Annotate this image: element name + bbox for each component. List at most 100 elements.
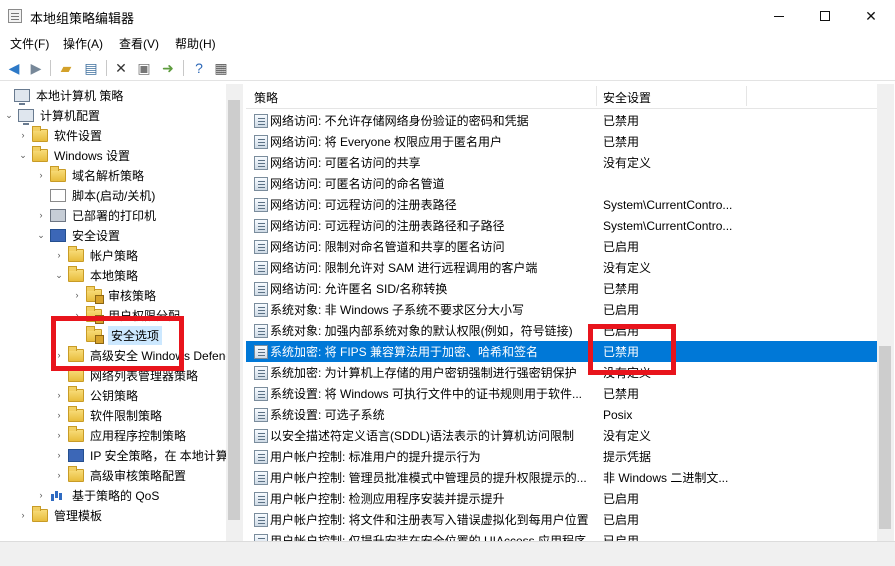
expand-right-icon[interactable]: › [36,490,46,500]
expand-right-icon[interactable]: › [54,250,64,260]
policy-row[interactable]: 网络访问: 限制对命名管道和共享的匿名访问 已启用 [246,236,877,257]
help-icon[interactable]: ? [190,59,208,77]
properties-icon[interactable]: ▣ [135,59,153,77]
policy-row[interactable]: 网络访问: 允许匿名 SID/名称转换 已禁用 [246,278,877,299]
tree-item[interactable]: › IP 安全策略，在 本地计算机 [54,445,240,465]
show-tree-icon[interactable]: ▤ [82,59,100,77]
policy-name: 系统加密: 将 FIPS 兼容算法用于加密、哈希和签名 [270,345,539,359]
expand-right-icon[interactable]: › [18,130,28,140]
list-scroll-thumb[interactable] [879,346,891,529]
policy-row[interactable]: 用户帐户控制: 仅提升安装在安全位置的 UIAccess 应用程序 已启用 [246,530,877,541]
folder-icon [32,145,48,162]
tree-item[interactable]: › 高级安全 Windows Defend [54,345,232,365]
menu-help[interactable]: 帮助(H) [175,35,216,52]
expand-right-icon[interactable]: › [36,170,46,180]
policy-icon [254,344,268,359]
menu-view[interactable]: 查看(V) [119,35,159,52]
expand-right-icon[interactable]: › [72,310,82,320]
tree-item[interactable]: › 域名解析策略 [36,165,144,185]
expand-right-icon[interactable]: › [54,410,64,420]
policy-row[interactable]: 系统设置: 可选子系统 Posix [246,404,877,425]
policy-row[interactable]: 系统对象: 非 Windows 子系统不要求区分大小写 已启用 [246,299,877,320]
tree-item-label: 本地策略 [90,268,139,283]
expand-down-icon[interactable]: ⌄ [4,110,14,121]
policy-row[interactable]: 用户帐户控制: 标准用户的提升提示行为 提示凭据 [246,446,877,467]
tree-item[interactable]: › 软件设置 [18,125,102,145]
toolbar-separator [183,60,184,76]
sort-up-icon: ^ [421,84,426,90]
tree-item[interactable]: 网络列表管理器策略 [54,365,198,385]
policy-name: 系统对象: 非 Windows 子系统不要求区分大小写 [270,303,525,317]
tree-item[interactable]: › 软件限制策略 [54,405,162,425]
tree-item[interactable]: › 已部署的打印机 [36,205,156,225]
tree-scroll-thumb[interactable] [228,100,240,520]
tree-item[interactable]: 本地计算机 策略 [0,85,123,105]
policy-row[interactable]: 用户帐户控制: 管理员批准模式中管理员的提升权限提示的... 非 Windows … [246,467,877,488]
policy-row[interactable]: 系统对象: 加强内部系统对象的默认权限(例如，符号链接) 已启用 [246,320,877,341]
tree-item[interactable]: ⌄ Windows 设置 [18,145,130,165]
tree-item[interactable]: › 基于策略的 QoS [36,485,160,505]
policy-row[interactable]: 系统加密: 为计算机上存储的用户密钥强制进行强密钥保护 没有定义 [246,362,877,383]
policy-setting-value: 已启用 [603,324,640,338]
policy-name: 网络访问: 限制允许对 SAM 进行远程调用的客户端 [270,261,538,275]
tree-item[interactable]: 安全选项 [72,325,163,345]
expand-right-icon[interactable]: › [54,450,64,460]
horizontal-scrollbar[interactable] [0,541,895,566]
expand-right-icon[interactable]: › [18,510,28,520]
expand-down-icon[interactable]: ⌄ [36,230,46,241]
column-divider[interactable] [746,86,747,106]
policy-row[interactable]: 网络访问: 可匿名访问的共享 没有定义 [246,152,877,173]
tree-item[interactable]: 脚本(启动/关机) [36,185,155,205]
tree-item[interactable]: › 管理模板 [18,505,102,525]
policy-icon [254,512,268,527]
expand-down-icon[interactable]: ⌄ [54,270,64,281]
policy-name: 网络访问: 不允许存储网络身份验证的密码和凭据 [270,114,529,128]
tree-item[interactable]: › 用户权限分配 [72,305,180,325]
menu-file[interactable]: 文件(F) [10,35,49,52]
policy-row[interactable]: 网络访问: 将 Everyone 权限应用于匿名用户 已禁用 [246,131,877,152]
expand-down-icon[interactable]: ⌄ [18,150,28,161]
close-button[interactable]: ✕ [848,0,894,32]
back-icon[interactable]: ◀ [5,59,23,77]
policy-row[interactable]: 网络访问: 不允许存储网络身份验证的密码和凭据 已禁用 [246,110,877,131]
tree-item[interactable]: › 高级审核策略配置 [54,465,186,485]
computer-icon [18,108,34,125]
policy-row[interactable]: 系统设置: 将 Windows 可执行文件中的证书规则用于软件... 已禁用 [246,383,877,404]
forward-icon[interactable]: ▶ [27,59,45,77]
policy-icon [254,218,268,233]
tree-item[interactable]: › 应用程序控制策略 [54,425,186,445]
column-divider[interactable] [596,86,597,106]
expand-right-icon[interactable]: › [72,290,82,300]
policy-row[interactable]: 用户帐户控制: 将文件和注册表写入错误虚拟化到每用户位置 已启用 [246,509,877,530]
tree-item[interactable]: › 公钥策略 [54,385,138,405]
expand-right-icon[interactable]: › [36,210,46,220]
policy-row[interactable]: 网络访问: 可远程访问的注册表路径和子路径 System\CurrentContr… [246,215,877,236]
minimize-button[interactable] [756,0,802,32]
policy-column-header[interactable]: 策略 [254,89,278,106]
menu-action[interactable]: 操作(A) [63,35,103,52]
up-folder-icon[interactable]: ▰ [57,59,75,77]
view-icon[interactable]: ▦ [212,59,230,77]
expand-right-icon[interactable]: › [54,350,64,360]
policy-icon [254,302,268,317]
policy-row[interactable]: 系统加密: 将 FIPS 兼容算法用于加密、哈希和签名 已禁用 [246,341,877,362]
tree-item[interactable]: ⌄ 安全设置 [36,225,120,245]
expand-right-icon[interactable]: › [54,430,64,440]
policy-name: 用户帐户控制: 检测应用程序安装并提示提升 [270,492,505,506]
policy-row[interactable]: 网络访问: 限制允许对 SAM 进行远程调用的客户端 没有定义 [246,257,877,278]
policy-row[interactable]: 网络访问: 可远程访问的注册表路径 System\CurrentContro... [246,194,877,215]
tree-item[interactable]: ⌄ 计算机配置 [4,105,100,125]
export-icon[interactable]: ➜ [159,59,177,77]
policy-row[interactable]: 用户帐户控制: 检测应用程序安装并提示提升 已启用 [246,488,877,509]
tree-item[interactable]: ⌄ 本地策略 [54,265,138,285]
delete-icon[interactable]: ✕ [112,59,130,77]
security-setting-column-header[interactable]: 安全设置 [603,89,651,106]
expand-right-icon[interactable]: › [54,390,64,400]
expand-right-icon[interactable]: › [54,470,64,480]
policy-setting-value: 已禁用 [603,135,640,149]
maximize-button[interactable] [802,0,848,32]
policy-row[interactable]: 网络访问: 可匿名访问的命名管道 [246,173,877,194]
policy-row[interactable]: 以安全描述符定义语言(SDDL)语法表示的计算机访问限制 没有定义 [246,425,877,446]
tree-item[interactable]: › 审核策略 [72,285,156,305]
tree-item[interactable]: › 帐户策略 [54,245,138,265]
